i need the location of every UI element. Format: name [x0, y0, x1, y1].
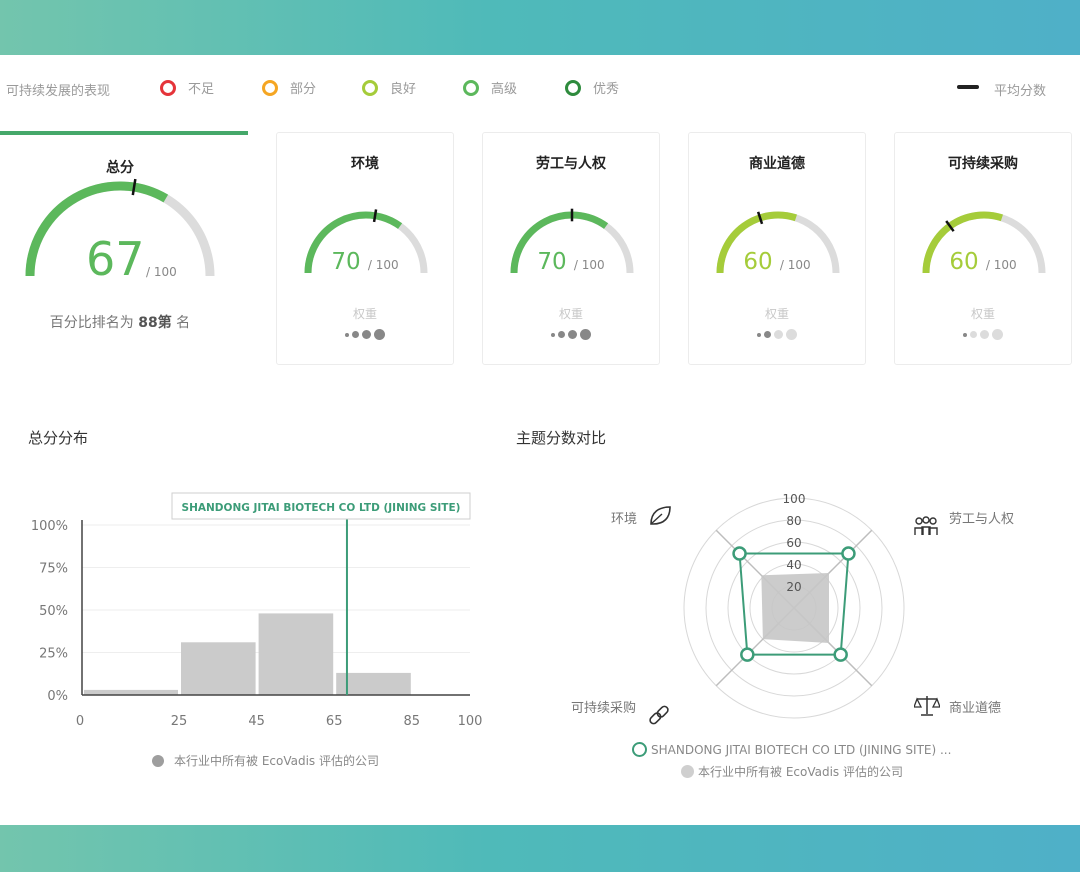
- legend-item-advanced: 高级: [463, 78, 517, 97]
- average-marker-icon: [957, 85, 979, 89]
- x-tick-label: 25: [171, 714, 188, 729]
- theme-weight-label: 权重: [352, 307, 377, 321]
- overall-rank: 百分比排名为 88第 名: [49, 315, 191, 331]
- scales-icon: [914, 696, 940, 716]
- legend-ring-icon: [362, 79, 378, 96]
- theme-score: 60 / 100: [743, 249, 811, 275]
- weight-dot: [580, 329, 591, 340]
- leaf-icon: [650, 506, 671, 525]
- weight-dot: [558, 331, 565, 338]
- radar-tick-label: 60: [786, 536, 801, 550]
- radar-axis-label-ethics: 商业道德: [949, 701, 1002, 716]
- weight-dots: [895, 329, 1071, 340]
- histogram-bar: [84, 689, 178, 695]
- y-tick-label: 25%: [39, 647, 68, 662]
- distribution-chart: 0% 25% 50% 75% 100% 0 25 45 65 85 100 SHANDONG JITA…: [31, 492, 483, 729]
- y-tick-label: 100%: [31, 519, 68, 534]
- company-point: [841, 546, 856, 561]
- weight-dot: [764, 331, 771, 338]
- company-ring-icon: [632, 742, 647, 757]
- comparison-title: 主题分数对比: [516, 429, 607, 447]
- radar-tick-label: 100: [783, 492, 806, 506]
- legend-item-excellent: 优秀: [565, 78, 619, 97]
- legend-item-partial: 部分: [262, 78, 316, 97]
- x-tick-label: 65: [326, 714, 343, 729]
- weight-dot: [980, 330, 989, 339]
- chain-link-icon: [649, 705, 669, 725]
- radar-axis-label-labor: 劳工与人权: [949, 512, 1015, 527]
- x-tick-label: 0: [76, 714, 84, 729]
- weight-dot: [963, 332, 967, 337]
- weight-dot: [568, 330, 577, 339]
- weight-dot: [992, 329, 1003, 340]
- overall-out-of: / 100: [146, 265, 177, 279]
- theme-weight-label: 权重: [970, 307, 995, 321]
- theme-score: 60 / 100: [949, 249, 1017, 275]
- company-label: SHANDONG JITAI BIOTECH CO LTD (JINING SI…: [182, 502, 461, 514]
- y-tick-label: 50%: [39, 604, 68, 619]
- legend-ring-icon: [565, 79, 581, 96]
- radar-legend-company: SHANDONG JITAI BIOTECH CO LTD (JINING SI…: [632, 742, 951, 757]
- theme-score: 70 / 100: [331, 249, 399, 275]
- weight-dot: [970, 331, 977, 338]
- x-tick-label: 45: [248, 714, 265, 729]
- people-icon: [914, 516, 938, 535]
- weight-dots: [277, 329, 453, 340]
- industry-dot-icon: [681, 765, 694, 778]
- weight-dot: [774, 330, 783, 339]
- theme-weight-label: 权重: [558, 307, 583, 321]
- radar-tick-label: 40: [786, 558, 801, 572]
- radar-tick-label: 80: [786, 514, 801, 528]
- weight-dots: [483, 329, 659, 340]
- histogram-bar: [181, 642, 256, 695]
- weight-dot: [362, 330, 371, 339]
- distribution-title: 总分分布: [28, 429, 89, 447]
- legend-item-good: 良好: [362, 78, 416, 97]
- industry-dot-icon: [152, 754, 164, 767]
- footer-band: [0, 825, 1080, 872]
- weight-dot: [374, 329, 385, 340]
- y-tick-label: 0%: [47, 689, 68, 704]
- histogram-bar: [258, 613, 334, 695]
- overall-average-marker: [131, 178, 137, 196]
- weight-dot: [786, 329, 797, 340]
- weight-dot: [551, 332, 555, 337]
- radar-axis-label-procurement: 可持续采购: [571, 701, 637, 716]
- theme-average-marker: [372, 209, 378, 223]
- theme-card[interactable]: 环境 70 / 100 权重: [276, 132, 454, 365]
- theme-card[interactable]: 劳工与人权 70 / 100 权重: [482, 132, 660, 365]
- weight-dot: [757, 332, 761, 337]
- x-tick-label: 85: [404, 714, 421, 729]
- average-score-label: 平均分数: [994, 84, 1047, 99]
- company-point: [833, 647, 848, 662]
- y-tick-label: 75%: [39, 562, 68, 577]
- distribution-legend: 本行业中所有被 EcoVadis 评估的公司: [152, 752, 379, 769]
- weight-dots: [689, 329, 865, 340]
- weight-dot: [345, 332, 349, 337]
- legend-ring-icon: [463, 79, 479, 96]
- overall-score: 67: [86, 232, 145, 286]
- weight-dot: [352, 331, 359, 338]
- theme-weight-label: 权重: [764, 307, 789, 321]
- legend-ring-icon: [262, 79, 278, 96]
- radar-legend-industry: 本行业中所有被 EcoVadis 评估的公司: [681, 763, 903, 780]
- theme-card[interactable]: 商业道德 60 / 100 权重: [688, 132, 866, 365]
- theme-card[interactable]: 可持续采购 60 / 100 权重: [894, 132, 1072, 365]
- x-tick-label: 100: [458, 714, 483, 729]
- company-point: [740, 647, 755, 662]
- theme-score: 70 / 100: [537, 249, 605, 275]
- radar-axis-label-environment: 环境: [611, 512, 638, 527]
- radar-tick-label: 20: [786, 580, 801, 594]
- company-point: [732, 546, 747, 561]
